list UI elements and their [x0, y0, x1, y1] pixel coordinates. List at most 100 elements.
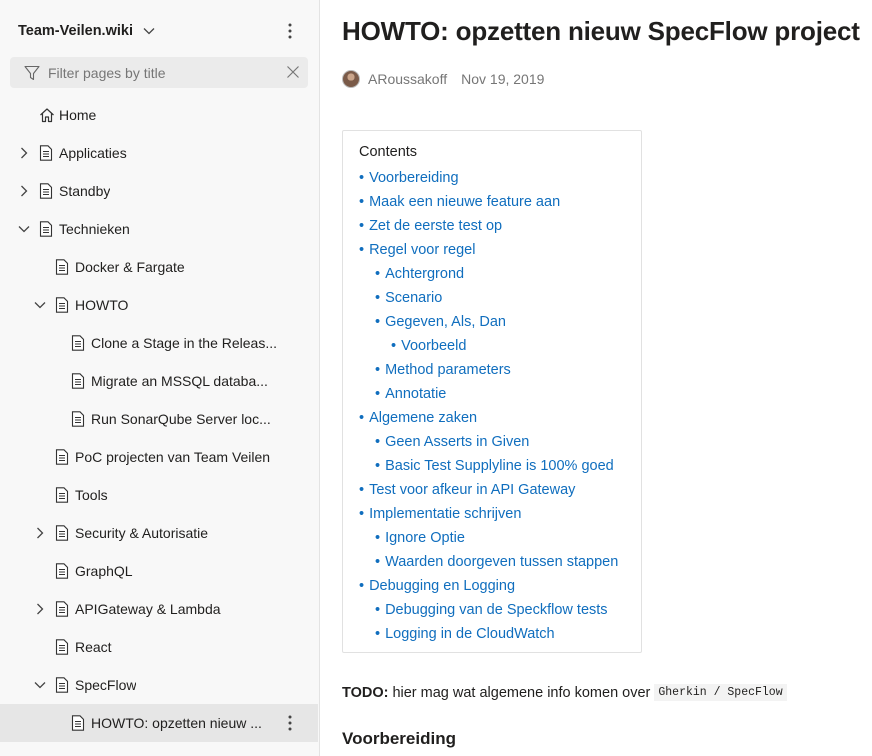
- wiki-selector[interactable]: Team-Veilen.wiki: [18, 19, 155, 43]
- chevron-down-icon: [143, 27, 155, 35]
- filter-pages-input[interactable]: [48, 64, 268, 81]
- page-date: Nov 19, 2019: [461, 71, 545, 87]
- tree-item[interactable]: Clone a Stage in the Releas...: [0, 324, 320, 362]
- toc-link[interactable]: Debugging en Logging: [369, 578, 515, 594]
- todo-label: TODO:: [342, 684, 389, 701]
- page-icon: [71, 411, 85, 427]
- bullet-icon: •: [359, 194, 365, 210]
- page-content: HOWTO: opzetten nieuw SpecFlow project A…: [321, 0, 872, 756]
- tree-item-label: Migrate an MSSQL databa...: [91, 373, 268, 389]
- toc-item[interactable]: • Geen Asserts in Given: [359, 431, 618, 455]
- bullet-icon: •: [375, 554, 381, 570]
- tree-item-label: Tools: [75, 487, 108, 503]
- chevron-right-icon[interactable]: [33, 526, 47, 540]
- toc-link[interactable]: Annotatie: [385, 386, 446, 402]
- tree-item[interactable]: Home: [0, 96, 320, 134]
- toc-link[interactable]: Implementatie schrijven: [369, 506, 521, 522]
- chevron-down-icon[interactable]: [17, 222, 31, 236]
- tree-item[interactable]: Docker & Fargate: [0, 248, 320, 286]
- avatar[interactable]: [342, 70, 360, 88]
- tree-item[interactable]: Standby: [0, 172, 320, 210]
- toc-link[interactable]: Achtergrond: [385, 266, 464, 282]
- page-icon: [55, 449, 69, 465]
- toc-link[interactable]: Voorbeeld: [401, 338, 466, 354]
- toc-item[interactable]: • Basic Test Supplyline is 100% goed: [359, 455, 618, 479]
- toc-item[interactable]: • Voorbeeld: [359, 335, 618, 359]
- toc-item[interactable]: • Implementatie schrijven: [359, 503, 618, 527]
- toc-link[interactable]: Maak een nieuwe feature aan: [369, 194, 560, 210]
- toc-item[interactable]: • Regel voor regel: [359, 239, 618, 263]
- toc-item[interactable]: • Zet de eerste test op: [359, 215, 618, 239]
- toc-item[interactable]: • Algemene zaken: [359, 407, 618, 431]
- toc-link[interactable]: Gegeven, Als, Dan: [385, 314, 506, 330]
- toc-link[interactable]: Voorbereiding: [369, 170, 459, 186]
- bullet-icon: •: [375, 626, 381, 642]
- toc-item[interactable]: • Voorbereiding: [359, 167, 618, 191]
- tree-item-label: GraphQL: [75, 563, 133, 579]
- toc-link[interactable]: Basic Test Supplyline is 100% goed: [385, 458, 614, 474]
- toc-link[interactable]: Algemene zaken: [369, 410, 477, 426]
- toc-link[interactable]: Waarden doorgeven tussen stappen: [385, 554, 618, 570]
- section-heading: Voorbereiding: [342, 729, 456, 748]
- toc-link[interactable]: Zet de eerste test op: [369, 218, 502, 234]
- toc-item[interactable]: • Ignore Optie: [359, 527, 618, 551]
- page-icon: [55, 297, 69, 313]
- chevron-right-icon[interactable]: [33, 602, 47, 616]
- tree-item[interactable]: HOWTO: [0, 286, 320, 324]
- bullet-icon: •: [359, 170, 365, 186]
- toc-link[interactable]: Test voor afkeur in API Gateway: [369, 482, 575, 498]
- page-meta: ARoussakoff Nov 19, 2019: [342, 70, 544, 88]
- toc-link[interactable]: Method parameters: [385, 362, 511, 378]
- toc-item[interactable]: • Logging in de CloudWatch: [359, 623, 618, 647]
- toc-link[interactable]: Scenario: [385, 290, 442, 306]
- bullet-icon: •: [359, 506, 365, 522]
- chevron-right-icon[interactable]: [17, 184, 31, 198]
- more-options-icon[interactable]: [280, 20, 300, 42]
- author-name[interactable]: ARoussakoff: [368, 71, 447, 87]
- tree-item-label: Clone a Stage in the Releas...: [91, 335, 278, 351]
- tree-item[interactable]: Migrate an MSSQL databa...: [0, 362, 320, 400]
- tree-item[interactable]: Tools: [0, 476, 320, 514]
- tree-item[interactable]: HOWTO: opzetten nieuw ...: [0, 704, 318, 742]
- bullet-icon: •: [359, 242, 365, 258]
- tree-item[interactable]: SpecFlow: [0, 666, 320, 704]
- tree-item[interactable]: Security & Autorisatie: [0, 514, 320, 552]
- bullet-icon: •: [359, 218, 365, 234]
- clear-filter-icon[interactable]: [286, 65, 300, 79]
- bullet-icon: •: [375, 458, 381, 474]
- tree-item[interactable]: React: [0, 628, 320, 666]
- toc-link[interactable]: Ignore Optie: [385, 530, 465, 546]
- toc-item[interactable]: • Debugging van de Speckflow tests: [359, 599, 618, 623]
- toc-item[interactable]: • Method parameters: [359, 359, 618, 383]
- chevron-down-icon[interactable]: [33, 678, 47, 692]
- toc-item[interactable]: • Debugging en Logging: [359, 575, 618, 599]
- toc-link[interactable]: Regel voor regel: [369, 242, 475, 258]
- more-options-icon[interactable]: [281, 713, 299, 733]
- toc-item[interactable]: • Maak een nieuwe feature aan: [359, 191, 618, 215]
- page-tree: Home Applicaties Standby Technieken Docker &…: [0, 96, 320, 742]
- bullet-icon: •: [375, 362, 381, 378]
- bullet-icon: •: [375, 290, 381, 306]
- tree-item[interactable]: APIGateway & Lambda: [0, 590, 320, 628]
- chevron-down-icon[interactable]: [33, 298, 47, 312]
- tree-item[interactable]: PoC projecten van Team Veilen: [0, 438, 320, 476]
- bullet-icon: •: [375, 314, 381, 330]
- tree-item-label: Run SonarQube Server loc...: [91, 411, 271, 427]
- toc-item[interactable]: • Waarden doorgeven tussen stappen: [359, 551, 618, 575]
- toc-item[interactable]: • Achtergrond: [359, 263, 618, 287]
- toc-item[interactable]: • Test voor afkeur in API Gateway: [359, 479, 618, 503]
- toc-link[interactable]: Logging in de CloudWatch: [385, 626, 555, 642]
- toc-link[interactable]: Geen Asserts in Given: [385, 434, 529, 450]
- toc-item[interactable]: • Gegeven, Als, Dan: [359, 311, 618, 335]
- chevron-right-icon[interactable]: [17, 146, 31, 160]
- tree-item[interactable]: Applicaties: [0, 134, 320, 172]
- page-icon: [55, 259, 69, 275]
- tree-item[interactable]: GraphQL: [0, 552, 320, 590]
- tree-item[interactable]: Technieken: [0, 210, 320, 248]
- tree-item[interactable]: Run SonarQube Server loc...: [0, 400, 320, 438]
- toc-item[interactable]: • Annotatie: [359, 383, 618, 407]
- bullet-icon: •: [391, 338, 397, 354]
- toc-link[interactable]: Debugging van de Speckflow tests: [385, 602, 607, 618]
- toc-item[interactable]: • Scenario: [359, 287, 618, 311]
- bullet-icon: •: [375, 266, 381, 282]
